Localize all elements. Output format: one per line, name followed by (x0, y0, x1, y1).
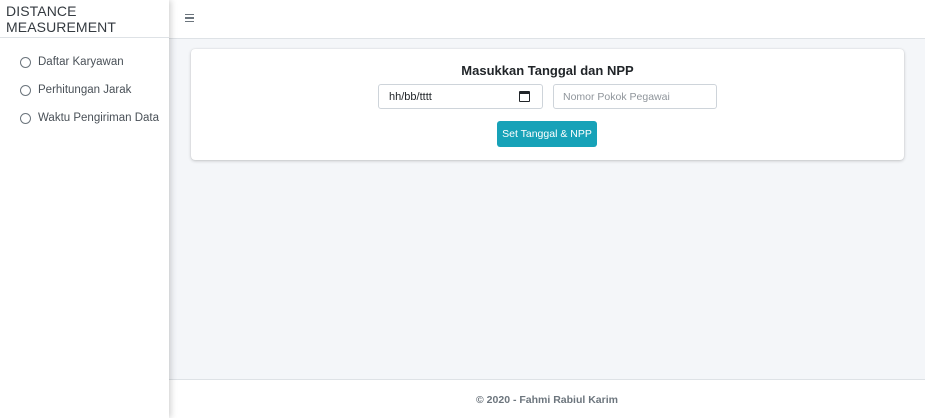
calendar-icon[interactable] (519, 91, 530, 102)
sidebar-item-label: Perhitungan Jarak (38, 84, 132, 96)
footer: © 2020 - Fahmi Rabiul Karim (169, 379, 925, 418)
circle-icon (20, 84, 31, 96)
sidebar-item-label: Daftar Karyawan (38, 56, 124, 68)
sidebar-item-daftar-karyawan[interactable]: Daftar Karyawan (0, 48, 169, 76)
topbar (169, 0, 925, 39)
sidebar-item-perhitungan-jarak[interactable]: Perhitungan Jarak (0, 76, 169, 104)
circle-icon (20, 112, 31, 124)
footer-text: © 2020 - Fahmi Rabiul Karim (476, 394, 618, 406)
sidebar-item-label: Waktu Pengiriman Data (38, 112, 160, 124)
date-input[interactable]: hh/bb/tttt (378, 84, 543, 109)
set-tanggal-npp-button[interactable]: Set Tanggal & NPP (497, 121, 597, 147)
npp-input[interactable]: Nomor Pokok Pegawai (553, 84, 717, 109)
brand-title[interactable]: DISTANCE MEASUREMENT (0, 0, 169, 38)
form-card: Masukkan Tanggal dan NPP hh/bb/tttt Nomo… (191, 49, 904, 160)
circle-icon (20, 56, 31, 68)
sidebar: DISTANCE MEASUREMENT Daftar Karyawan Per… (0, 0, 169, 418)
date-placeholder: hh/bb/tttt (389, 90, 432, 103)
sidebar-nav: Daftar Karyawan Perhitungan Jarak Waktu … (0, 38, 169, 132)
hamburger-icon[interactable] (185, 14, 194, 22)
npp-placeholder: Nomor Pokok Pegawai (563, 90, 670, 103)
sidebar-item-waktu-pengiriman-data[interactable]: Waktu Pengiriman Data (0, 104, 169, 132)
form-title: Masukkan Tanggal dan NPP (461, 63, 634, 78)
